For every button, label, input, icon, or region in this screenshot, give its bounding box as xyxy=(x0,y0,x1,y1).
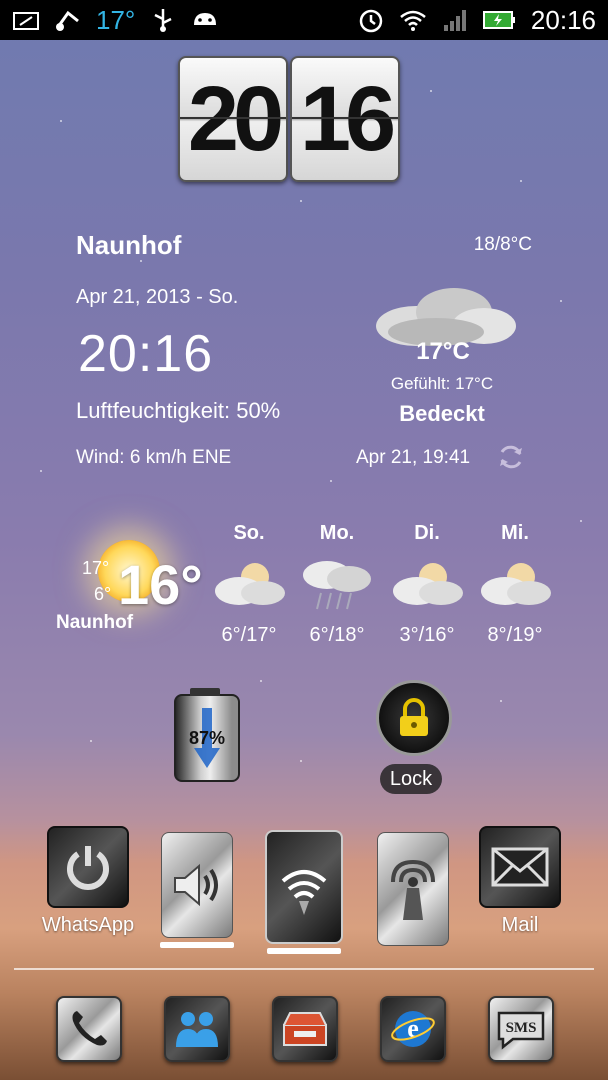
weather-high-low: 18/8°C xyxy=(473,234,532,255)
status-bar-right: 20:16 xyxy=(357,0,596,40)
forecast-day-range: 6°/18° xyxy=(309,624,365,646)
weather-feels-like: Gefühlt: 17°C xyxy=(390,374,494,393)
forecast-day-range: 8°/19° xyxy=(487,624,543,646)
app-whatsapp[interactable]: WhatsApp xyxy=(38,826,138,937)
browser-icon[interactable]: e xyxy=(380,996,446,1062)
partly-cloudy-icon xyxy=(393,563,463,605)
flip-clock-hours-text: 20 xyxy=(187,67,284,170)
battery-charging-icon xyxy=(482,11,515,29)
alarm-icon xyxy=(359,9,383,33)
app-mail[interactable]: Mail xyxy=(472,826,568,937)
star xyxy=(560,300,562,302)
mail-icon xyxy=(479,826,561,908)
usb-icon xyxy=(154,9,172,32)
forecast-current-temp[interactable]: 16° xyxy=(118,552,203,617)
star xyxy=(40,470,42,472)
sms-icon-text: SMS xyxy=(506,1020,537,1036)
partly-cloudy-icon xyxy=(215,563,285,605)
star xyxy=(300,200,302,202)
status-time: 20:16 xyxy=(530,4,596,35)
forecast-day-range: 3°/16° xyxy=(399,624,455,646)
weather-current-temp: 17°C xyxy=(416,338,470,365)
partly-cloudy-icon xyxy=(481,563,551,605)
flip-divider xyxy=(292,117,398,119)
forecast-day[interactable]: Di. 3°/16° xyxy=(382,522,472,647)
music-icon xyxy=(56,10,79,31)
phone-icon[interactable] xyxy=(56,996,122,1062)
forecast-day-name: Mo. xyxy=(319,522,355,544)
flip-clock-minutes-text: 16 xyxy=(299,67,396,170)
star xyxy=(330,480,332,482)
flip-divider xyxy=(180,117,286,119)
forecast-day[interactable]: Mi. 8°/19° xyxy=(470,522,560,647)
toolbox-icon[interactable] xyxy=(272,996,338,1062)
forecast-day-range: 6°/17° xyxy=(221,624,277,646)
speaker-icon xyxy=(161,832,233,938)
star xyxy=(580,520,582,522)
dock-divider xyxy=(14,968,594,970)
weather-humidity: Luftfeuchtigkeit: 50% xyxy=(76,398,281,423)
forecast-city: Naunhof xyxy=(56,612,134,633)
forecast-day-name: Di. xyxy=(414,522,440,544)
forecast-day-name: So. xyxy=(233,522,265,544)
power-icon xyxy=(47,826,129,908)
forecast-high: 17° xyxy=(82,558,110,578)
star xyxy=(520,180,522,182)
weather-city[interactable]: Naunhof xyxy=(76,230,181,261)
padlock-icon xyxy=(400,698,428,736)
weather-time[interactable]: 20:16 xyxy=(78,324,213,384)
antenna-icon xyxy=(377,832,449,946)
flip-clock-minutes[interactable]: 16 xyxy=(290,56,400,182)
star xyxy=(430,90,432,92)
status-temperature: 17° xyxy=(96,4,136,35)
weather-condition: Bedeckt xyxy=(399,401,485,426)
wifi-icon xyxy=(400,10,426,31)
forecast-day-name: Mi. xyxy=(501,522,529,544)
app-antenna[interactable] xyxy=(376,832,450,946)
rain-cloud-icon xyxy=(303,561,371,610)
android-debug-icon xyxy=(194,13,217,25)
screenshot-icon xyxy=(13,12,39,30)
refresh-icon[interactable] xyxy=(496,442,526,472)
weather-wind: Wind: 6 km/h ENE xyxy=(76,447,232,468)
weather-updated: Apr 21, 19:41 xyxy=(356,447,471,468)
active-indicator xyxy=(267,948,341,954)
people-icon[interactable] xyxy=(164,996,230,1062)
wifi-hotspot-icon xyxy=(265,830,343,944)
battery-percent: 87% xyxy=(188,727,226,748)
weather-date: Apr 21, 2013 - So. xyxy=(76,286,239,308)
app-label: WhatsApp xyxy=(41,914,135,936)
star xyxy=(260,680,262,682)
status-bar-left: 17° xyxy=(12,0,219,40)
app-label: Mail xyxy=(501,914,539,936)
star xyxy=(500,700,502,702)
star xyxy=(90,740,92,742)
sms-icon[interactable]: SMS xyxy=(488,996,554,1062)
forecast-day[interactable]: So. 6°/17° xyxy=(204,522,294,647)
star xyxy=(60,120,62,122)
flip-clock-hours[interactable]: 20 xyxy=(178,56,288,182)
app-sound[interactable] xyxy=(160,832,234,948)
lock-button[interactable] xyxy=(376,680,452,756)
forecast-day[interactable]: Mo. 6°/18° xyxy=(292,522,382,647)
signal-icon xyxy=(443,10,466,31)
forecast-low: 6° xyxy=(94,584,112,604)
app-hotspot[interactable] xyxy=(265,830,343,954)
lock-label[interactable]: Lock xyxy=(380,764,442,794)
battery-widget[interactable]: 87% xyxy=(174,688,240,782)
active-indicator xyxy=(160,942,234,948)
star xyxy=(300,760,302,762)
status-bar[interactable]: 17° 20:16 xyxy=(0,0,608,40)
